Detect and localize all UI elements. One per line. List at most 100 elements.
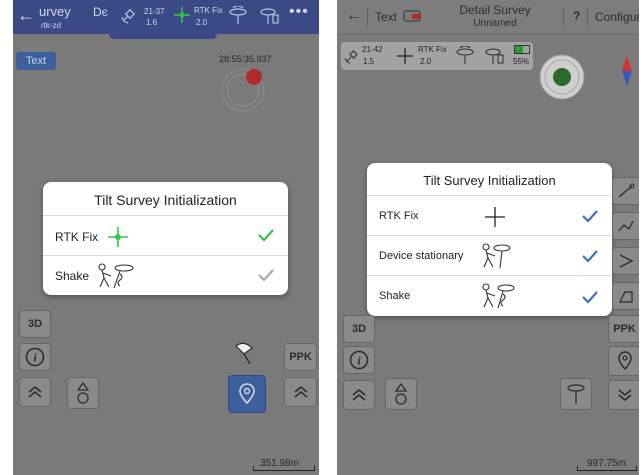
view-3d-label: 3D [351,323,367,335]
point-survey-button[interactable] [608,346,639,376]
info-button[interactable]: i [19,343,51,371]
tilt-dialog: Tilt Survey Initialization RTK Fix Devic… [367,163,612,316]
antenna-button[interactable] [560,378,592,410]
text-edit-icon [403,9,423,28]
check-icon [581,290,599,309]
expand-up-right-button[interactable] [284,377,317,407]
row-label: Shake [55,269,90,283]
base-radio-icon [454,45,476,71]
row-label: Device stationary [379,250,464,262]
position-indicator-icon [538,53,588,108]
arc-tool-button[interactable] [612,247,639,275]
crosshair-icon [106,225,130,254]
tilt-dialog: Tilt Survey Initialization RTK Fix Shake [43,182,288,295]
right-top-bar: ← Text Detail Survey Unnamed ? Configure [337,0,639,35]
help-button[interactable]: ? [573,9,580,23]
hrms: 2.0 [420,57,432,66]
chevron-double-up-icon [293,385,308,398]
stake-icon [76,381,90,404]
left-subtitle: rtk-zd [41,21,61,30]
chevron-double-up-icon [352,388,366,401]
satellite-icon [120,4,142,29]
check-icon [581,209,599,228]
polyline-tool-button[interactable] [612,212,639,240]
antenna-icon [567,384,585,404]
edit-label-fragment: Dє [93,5,108,19]
expand-up-button[interactable] [343,380,375,410]
stakeout-button[interactable] [67,377,99,409]
view-3d-button[interactable]: 3D [343,315,375,343]
chevron-double-down-icon [617,389,632,402]
stake-icon [394,382,408,405]
chevron-double-up-icon [28,385,42,398]
check-icon [257,268,275,287]
check-icon [257,228,275,247]
stationary-device-icon [480,242,512,275]
line-tool-button[interactable] [612,177,639,205]
ppk-label: PPK [289,351,312,363]
area-tool-button[interactable] [612,282,639,310]
ppk-label: PPK [613,323,636,335]
crosshair-icon [173,6,191,29]
stakeout-button[interactable] [385,378,417,410]
dialog-row-device-stationary: Device stationary [367,235,612,276]
expand-up-button[interactable] [19,377,51,407]
crosshair-icon [483,205,507,234]
rover-icon [485,46,507,71]
back-arrow-icon[interactable]: ← [17,6,35,24]
divider [587,8,588,26]
triangle-icon [619,254,634,268]
dialog-title: Tilt Survey Initialization [423,173,556,188]
ppk-button[interactable]: PPK [608,315,639,343]
dialog-row-shake: Shake [367,275,612,316]
pdop: 1.5 [363,57,375,66]
area-icon [618,291,633,303]
location-pin-icon [239,383,255,405]
check-icon [581,249,599,268]
battery-level: 55% [513,57,530,66]
location-pin-icon [617,351,632,371]
view-3d-button[interactable]: 3D [19,310,51,338]
left-top-bar: ← urvey rtk-zd Dє 21-37 1.6 RTK Fix 2.0 … [13,0,319,39]
dialog-row-shake: Shake [43,255,288,295]
shake-device-icon [96,262,136,295]
page-title: Detail Survey [459,3,531,17]
base-radio-icon [227,5,249,31]
polyline-icon [618,220,634,232]
dialog-title: Tilt Survey Initialization [94,192,237,208]
collapse-down-button[interactable] [608,380,639,410]
view-3d-label: 3D [27,318,43,330]
pull-handle[interactable] [109,34,217,39]
dialog-row-rtk-fix: RTK Fix [43,215,288,256]
dialog-row-rtk-fix: RTK Fix [367,195,612,236]
survey-pole-icon [235,342,253,365]
more-menu-icon[interactable]: ••• [289,3,309,21]
left-pdop: 1.6 [146,18,158,27]
left-title: urvey [39,4,71,19]
left-fix-label: RTK Fix [194,6,223,15]
crosshair-icon [396,47,414,70]
text-menu-label[interactable]: Text [375,10,397,24]
gnss-status-bar[interactable]: 21-42 1.5 RTK Fix 2.0 55% [341,42,533,70]
back-arrow-icon[interactable]: ← [346,7,362,25]
line-icon [618,183,635,198]
map-scale-bar [577,466,637,471]
left-hrms: 2.0 [196,18,208,27]
info-button[interactable]: i [343,346,375,374]
compass-icon [219,66,269,121]
row-label: Shake [379,290,411,302]
left-screen: ← urvey rtk-zd Dє 21-37 1.6 RTK Fix 2.0 … [13,0,319,475]
shake-device-icon [480,282,516,315]
divider [563,8,564,26]
left-sat-count: 21-37 [144,7,165,16]
survey-pole-button[interactable] [229,338,259,368]
rover-icon [259,6,281,31]
sat-count: 21-42 [362,45,383,54]
row-label: RTK Fix [55,230,99,244]
configure-button[interactable]: Configure [595,10,639,24]
ppk-button[interactable]: PPK [284,343,317,371]
svg-text:i: i [33,351,37,365]
point-survey-button[interactable] [228,375,266,413]
text-button[interactable]: Text [16,52,56,70]
compass-icon[interactable] [619,54,635,93]
